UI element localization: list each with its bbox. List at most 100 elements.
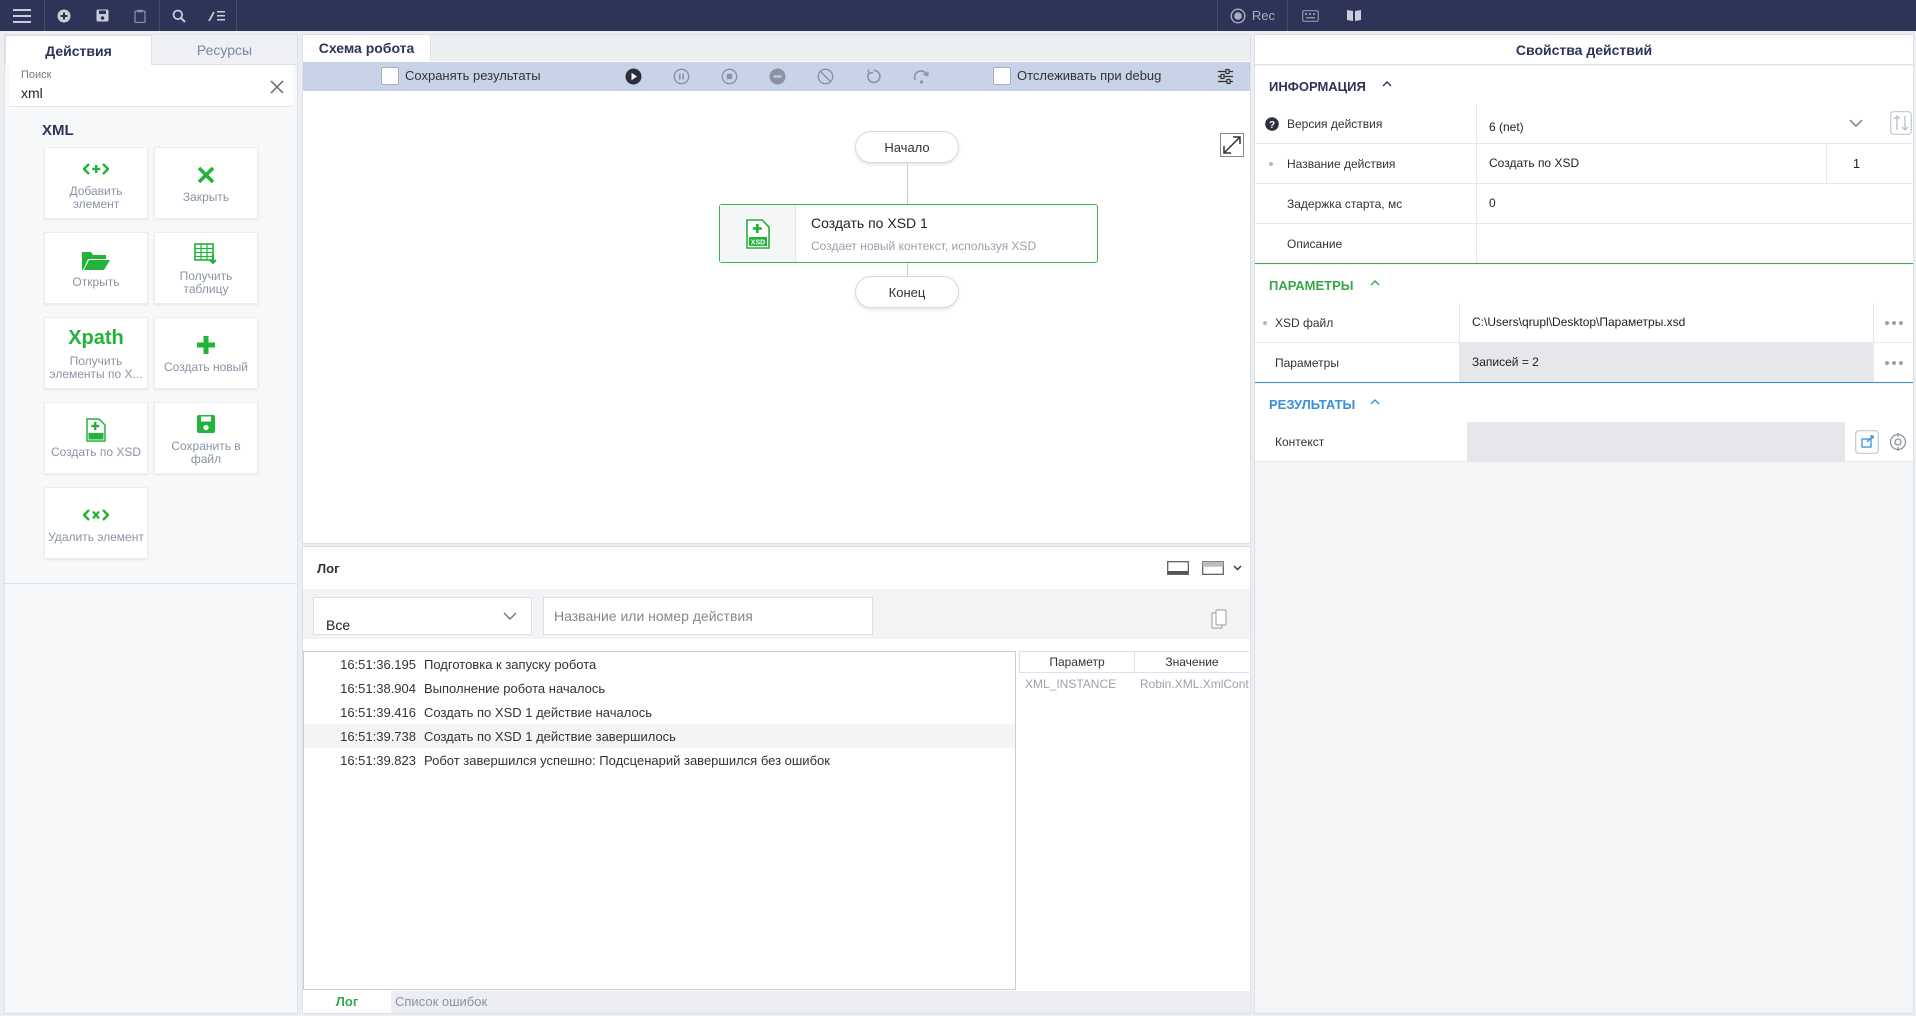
tile-xpath[interactable]: Xpath Получить элементы по X... [44, 317, 148, 389]
save-icon[interactable] [83, 0, 121, 31]
restart-icon[interactable] [865, 68, 882, 85]
tab-log[interactable]: Лог [303, 991, 391, 1013]
tile-get-table[interactable]: Получить таблицу [154, 232, 258, 304]
info-section-header[interactable]: ИНФОРМАЦИЯ [1255, 66, 1913, 104]
tile-close[interactable]: Закрыть [154, 147, 258, 219]
tile-open[interactable]: Открыть [44, 232, 148, 304]
add-element-icon [83, 156, 109, 182]
context-value[interactable] [1467, 422, 1845, 461]
copy-icon[interactable] [1211, 609, 1227, 629]
chevron-up-icon [1370, 280, 1380, 286]
layout-split-icon[interactable] [1202, 561, 1224, 575]
log-row[interactable]: 16:51:39.823 Робот завершился успешно: По… [304, 748, 1015, 772]
results-section-title: РЕЗУЛЬТАТЫ [1269, 397, 1356, 412]
params-section-header[interactable]: ПАРАМЕТРЫ [1255, 265, 1913, 303]
params-section-title: ПАРАМЕТРЫ [1269, 278, 1354, 293]
tile-remove-element[interactable]: Удалить элемент [44, 487, 148, 559]
step-over-icon[interactable] [913, 68, 930, 85]
xsd-file-icon: XSD [745, 218, 770, 249]
search-icon[interactable] [160, 0, 198, 31]
new-robot-icon[interactable] [45, 0, 83, 31]
start-delay-label: Задержка старта, мс [1287, 197, 1403, 211]
save-results-checkbox[interactable] [381, 67, 399, 85]
parameters-value[interactable]: Записей = 2 [1459, 343, 1873, 382]
log-row[interactable]: 16:51:38.904 Выполнение робота началось [304, 676, 1015, 700]
parameters-edit-button[interactable] [1873, 343, 1913, 382]
keyboard-icon[interactable] [1288, 0, 1332, 31]
action-node-create-by-xsd[interactable]: XSD Создать по XSD 1 Создает новый конте… [719, 204, 1098, 263]
help-icon[interactable]: ? [1265, 117, 1279, 131]
log-level-select[interactable]: Все [313, 597, 532, 635]
tile-create-by-xsd[interactable]: Создать по XSD [44, 402, 148, 474]
tab-actions[interactable]: Действия [5, 35, 152, 65]
chevron-down-icon [503, 612, 517, 620]
close-x-icon [196, 162, 216, 188]
info-section-title: ИНФОРМАЦИЯ [1269, 79, 1366, 94]
results-section-header[interactable]: РЕЗУЛЬТАТЫ [1255, 384, 1913, 422]
log-time: 16:51:39.738 [340, 728, 416, 744]
log-row[interactable]: 16:51:39.416 Создать по XSD 1 действие на… [304, 700, 1015, 724]
version-switch-icon[interactable] [1890, 111, 1912, 135]
edit-list-icon[interactable] [198, 0, 236, 31]
tile-add-element[interactable]: Добавить элемент [44, 147, 148, 219]
search-label: Поиск [21, 69, 52, 81]
expand-icon[interactable] [1220, 133, 1244, 157]
log-text: Создать по XSD 1 действие началось [424, 704, 652, 720]
xsd-file-input[interactable]: C:\Users\qrupl\Desktop\Параметры.xsd [1459, 303, 1873, 342]
log-row[interactable]: 16:51:36.195 Подготовка к запуску робота [304, 652, 1015, 676]
chevron-up-icon [1370, 399, 1380, 405]
table-download-icon [194, 241, 218, 267]
search-input[interactable] [21, 85, 261, 101]
version-select[interactable]: 6 (net) [1476, 104, 1877, 143]
target-icon[interactable] [1889, 433, 1907, 451]
log-text: Выполнение робота началось [424, 680, 606, 696]
chevron-up-icon [1382, 81, 1392, 87]
scheme-canvas[interactable]: Начало XSD Создать по XSD 1 Создает новы… [303, 91, 1250, 543]
book-icon[interactable] [1332, 0, 1376, 31]
xsd-file-browse-button[interactable] [1873, 303, 1913, 342]
debug-track-checkbox[interactable] [993, 67, 1011, 85]
settings-sliders-icon[interactable] [1217, 68, 1234, 85]
param-column-header: Параметр [1019, 652, 1134, 672]
actions-panel: Действия Ресурсы Поиск XML Добавить элем… [4, 34, 298, 1014]
log-filters: Все [303, 589, 1250, 639]
tile-save-to-file[interactable]: Сохранить в файл [154, 402, 258, 474]
menu-icon[interactable] [0, 0, 44, 31]
table-row[interactable]: XML_INSTANCE Robin.XML.XmlContext [1019, 673, 1249, 695]
log-title: Лог [317, 561, 340, 576]
value-cell: Robin.XML.XmlContext [1140, 677, 1249, 691]
log-list[interactable]: 16:51:36.195 Подготовка к запуску робота … [303, 651, 1016, 990]
start-delay-input[interactable]: 0 [1476, 184, 1886, 223]
log-time: 16:51:38.904 [340, 680, 416, 696]
play-icon[interactable] [625, 68, 642, 85]
debug-track-label: Отслеживать при debug [1017, 68, 1162, 83]
log-action-search-input[interactable] [543, 597, 873, 635]
description-input[interactable] [1476, 224, 1886, 263]
folder-open-icon [81, 247, 111, 273]
start-node[interactable]: Начало [855, 131, 959, 163]
node-description: Создает новый контекст, используя XSD [811, 239, 1037, 253]
log-level-value: Все [326, 617, 351, 633]
log-row[interactable]: 16:51:39.738 Создать по XSD 1 действие за… [304, 724, 1015, 748]
tab-resources[interactable]: Ресурсы [152, 35, 297, 65]
end-node[interactable]: Конец [855, 276, 959, 308]
clear-search-icon[interactable] [267, 77, 287, 97]
disable-icon[interactable] [817, 68, 834, 85]
action-name-input[interactable]: Создать по XSD [1476, 144, 1826, 183]
clipboard-icon[interactable] [121, 0, 159, 31]
log-param-table: Параметр Значение XML_INSTANCE Robin.XML… [1019, 651, 1249, 695]
chevron-down-icon[interactable] [1233, 565, 1242, 571]
tab-robot-scheme[interactable]: Схема робота [303, 35, 431, 61]
export-variable-icon[interactable] [1855, 430, 1879, 454]
record-button[interactable]: Rec [1218, 0, 1287, 31]
tile-create-new[interactable]: Создать новый [154, 317, 258, 389]
layout-bottom-icon[interactable] [1167, 561, 1189, 575]
minus-circle-icon[interactable] [769, 68, 786, 85]
parameters-row: Параметры Записей = 2 [1255, 343, 1913, 383]
stop-icon[interactable] [721, 68, 738, 85]
pause-icon[interactable] [673, 68, 690, 85]
log-text: Робот завершился успешно: Подсценарий за… [424, 752, 830, 768]
tab-error-list[interactable]: Список ошибок [391, 991, 499, 1013]
xsd-file-icon [86, 417, 106, 443]
log-tabs: Лог Список ошибок [303, 991, 1250, 1013]
